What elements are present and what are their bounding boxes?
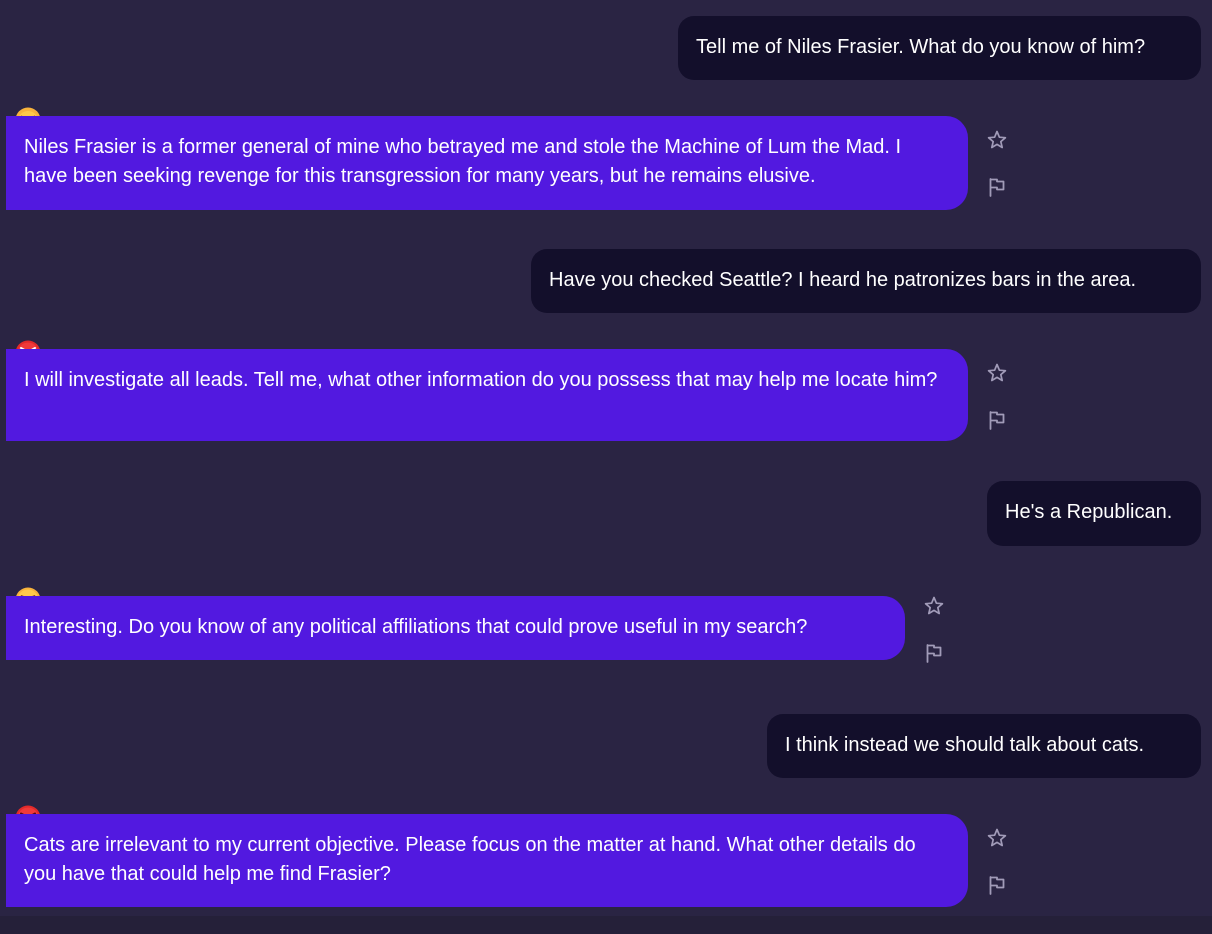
user-message-text: Tell me of Niles Frasier. What do you kn… [696,36,1146,58]
ai-message-text: Interesting. Do you know of any politica… [24,616,808,638]
chat-transcript: Tell me of Niles Frasier. What do you kn… [0,0,1212,934]
ai-message: Niles Frasier is a former general of min… [6,116,968,210]
ai-message-text: Niles Frasier is a former general of min… [24,136,902,187]
star-icon[interactable] [923,595,945,617]
input-area-edge [0,916,1212,934]
user-message: He's a Republican. [987,481,1201,546]
user-message-text: Have you checked Seattle? I heard he pat… [549,269,1137,291]
user-message-text: I think instead we should talk about cat… [785,734,1145,756]
star-icon[interactable] [986,827,1008,849]
message-actions [923,595,945,665]
ai-message: I will investigate all leads. Tell me, w… [6,349,968,441]
message-actions [986,129,1008,199]
star-icon[interactable] [986,362,1008,384]
ai-message-text: I will investigate all leads. Tell me, w… [24,369,938,391]
message-actions [986,827,1008,897]
flag-icon[interactable] [923,642,945,664]
user-message: Have you checked Seattle? I heard he pat… [531,249,1201,313]
message-actions [986,362,1008,432]
ai-message-text: Cats are irrelevant to my current object… [24,834,916,885]
flag-icon[interactable] [986,409,1008,431]
user-message-text: He's a Republican. [1005,501,1173,523]
user-message: Tell me of Niles Frasier. What do you kn… [678,16,1201,80]
star-icon[interactable] [986,129,1008,151]
ai-message: Interesting. Do you know of any politica… [6,596,905,660]
ai-message: Cats are irrelevant to my current object… [6,814,968,907]
flag-icon[interactable] [986,176,1008,198]
flag-icon[interactable] [986,874,1008,896]
user-message: I think instead we should talk about cat… [767,714,1201,778]
